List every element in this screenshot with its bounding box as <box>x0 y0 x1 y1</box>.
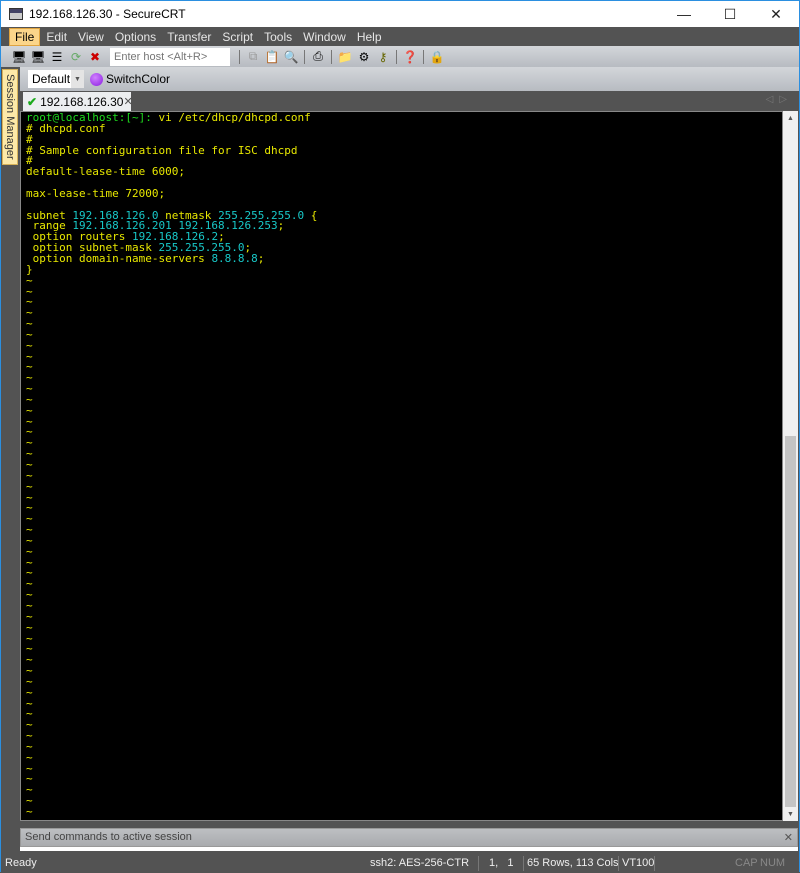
sftp-icon[interactable]: 🔒 <box>429 49 445 65</box>
close-button[interactable]: ✕ <box>753 1 799 27</box>
terminal[interactable]: root@localhost:[~]: vi /etc/dhcp/dhcpd.c… <box>20 111 783 821</box>
session-tab-label: 192.168.126.30 <box>40 94 124 109</box>
terminal-text: ; <box>277 219 285 233</box>
menu-transfer[interactable]: Transfer <box>162 29 216 45</box>
command-text: vi /etc/dhcp/dhcpd.conf <box>151 111 311 124</box>
status-bar: Ready ssh2: AES-256-CTR 1, 1 65 Rows, 11… <box>1 854 799 873</box>
scroll-down-icon[interactable]: ▼ <box>783 807 798 821</box>
terminal-text: default-lease-time 6000; <box>26 165 185 179</box>
connect-tab-icon[interactable]: ☰ <box>49 49 65 65</box>
window-title: 192.168.126.30 - SecureCRT <box>29 7 186 21</box>
title-bar: 192.168.126.30 - SecureCRT — ☐ ✕ <box>1 1 799 27</box>
vertical-scrollbar[interactable]: ▲ ▼ <box>783 111 798 821</box>
close-command-window-icon[interactable]: ✕ <box>784 831 793 844</box>
separator <box>239 49 240 64</box>
menu-bar: File Edit View Options Transfer Script T… <box>1 27 799 46</box>
securecrt-app-icon <box>9 8 23 20</box>
terminal-text: # Sample configuration file for ISC dhcp… <box>26 143 298 157</box>
menu-edit[interactable]: Edit <box>41 29 72 45</box>
menu-help[interactable]: Help <box>352 29 387 45</box>
separator <box>331 49 332 64</box>
paste-icon[interactable]: 📋 <box>264 49 280 65</box>
status-num: NUM <box>760 857 786 869</box>
terminal-text: { <box>304 208 318 222</box>
menu-tools[interactable]: Tools <box>259 29 297 45</box>
session-tab-bar: ✔ 192.168.126.30 ✕ ◁▷ <box>20 91 799 111</box>
command-window-placeholder: Send commands to active session <box>25 831 192 843</box>
maximize-button[interactable]: ☐ <box>707 1 753 27</box>
status-cipher: ssh2: AES-256-CTR <box>370 857 470 869</box>
enter-host-input[interactable] <box>110 47 230 66</box>
close-tab-icon[interactable]: ✕ <box>123 95 132 108</box>
print-icon[interactable]: ⎙ <box>310 49 326 65</box>
scroll-up-icon[interactable]: ▲ <box>783 111 798 125</box>
button-bar: Default ▼ SwitchColor <box>20 67 799 91</box>
session-options-icon[interactable]: 📁 <box>337 49 353 65</box>
status-cursor: 1, 1 <box>489 857 514 869</box>
status-cap: CAP <box>735 857 758 869</box>
tab-scroll-arrows-icon[interactable]: ◁▷ <box>766 94 793 105</box>
menu-script[interactable]: Script <box>217 29 258 45</box>
separator <box>423 49 424 64</box>
scrollbar-thumb[interactable] <box>785 436 796 807</box>
quick-connect-icon[interactable]: 🖥 <box>30 49 46 65</box>
command-window[interactable]: Send commands to active session ✕ <box>20 828 798 847</box>
color-scheme-value: Default <box>32 72 71 86</box>
status-ready: Ready <box>5 857 37 869</box>
connect-icon[interactable]: 🖥 <box>11 49 27 65</box>
separator <box>304 49 305 64</box>
divider <box>478 856 479 871</box>
copy-icon[interactable]: ⧉ <box>245 49 261 65</box>
find-icon[interactable]: 🔍 <box>283 49 299 65</box>
terminal-text: option domain-name-servers <box>26 251 212 265</box>
chevron-down-icon[interactable]: ▼ <box>71 70 84 88</box>
separator <box>396 49 397 64</box>
terminal-text: # dhcpd.conf <box>26 121 106 135</box>
session-tab[interactable]: ✔ 192.168.126.30 ✕ <box>23 92 133 111</box>
menu-options[interactable]: Options <box>110 29 161 45</box>
command-input[interactable] <box>20 847 798 851</box>
color-scheme-select[interactable]: Default ▼ <box>28 70 84 88</box>
switch-color-button[interactable]: SwitchColor <box>106 72 170 86</box>
purple-circle-icon <box>90 72 103 86</box>
session-manager-tab[interactable]: Session Manager <box>2 69 18 165</box>
terminal-text: 8.8.8.8 <box>211 251 258 265</box>
divider <box>654 856 655 871</box>
divider <box>523 856 524 871</box>
terminal-text: max-lease-time 72000; <box>26 186 166 200</box>
status-emulation: VT100 <box>622 857 655 869</box>
menu-file[interactable]: File <box>9 27 41 46</box>
reconnect-icon[interactable]: ⟳ <box>68 49 84 65</box>
connected-check-icon: ✔ <box>27 94 38 109</box>
global-options-icon[interactable]: ⚙ <box>356 49 372 65</box>
menu-window[interactable]: Window <box>298 29 351 45</box>
minimize-button[interactable]: — <box>661 1 707 27</box>
help-icon[interactable]: ❓ <box>402 49 418 65</box>
keymap-icon[interactable]: ⚷ <box>375 49 391 65</box>
menu-view[interactable]: View <box>73 29 109 45</box>
main-toolbar: 🖥 🖥 ☰ ⟳ ✖ ⧉ 📋 🔍 ⎙ 📁 ⚙ ⚷ ❓ 🔒 <box>1 46 799 67</box>
divider <box>618 856 619 871</box>
sidebar <box>1 67 20 851</box>
terminal-text: ; <box>257 251 265 265</box>
vi-empty-line-tilde: ~ <box>26 805 33 818</box>
disconnect-icon[interactable]: ✖ <box>87 49 103 65</box>
status-size: 65 Rows, 113 Cols <box>527 857 619 869</box>
